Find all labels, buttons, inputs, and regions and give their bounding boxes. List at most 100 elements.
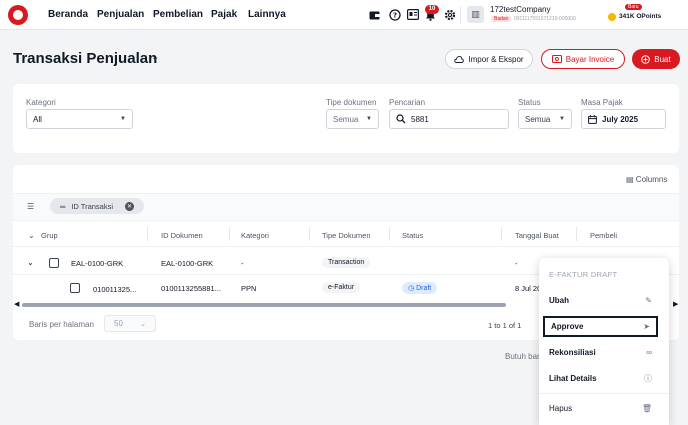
chevron-down-icon: ⌄ — [140, 320, 146, 328]
company-npwp: 0911117591571210-000000 — [514, 16, 576, 22]
tipe-dokumen-value: Semua — [333, 114, 359, 124]
rows-per-page-label: Baris per halaman — [29, 320, 94, 329]
building-icon[interactable]: ▥ — [467, 6, 484, 23]
header-id-dokumen[interactable]: ID Dokumen — [161, 231, 203, 240]
nav-penjualan[interactable]: Penjualan — [97, 9, 144, 20]
status-label: Status — [518, 98, 541, 107]
column-separator[interactable] — [147, 227, 148, 241]
list-indent-icon[interactable]: ☰ — [27, 202, 34, 211]
menu-item-label: Hapus — [549, 404, 573, 413]
scroll-right-icon[interactable]: ▶ — [673, 300, 678, 308]
column-separator[interactable] — [576, 227, 577, 241]
menu-divider — [539, 393, 669, 394]
group-chip-label: ID Transaksi — [71, 201, 114, 211]
header-kategori[interactable]: Kategori — [241, 231, 269, 240]
header-status[interactable]: Status — [402, 231, 423, 240]
menu-item-label: Approve — [551, 322, 584, 331]
gear-icon[interactable] — [443, 8, 456, 21]
scroll-left-icon[interactable]: ◀ — [14, 300, 19, 308]
row-checkbox[interactable] — [70, 283, 80, 293]
nav-beranda[interactable]: Beranda — [48, 9, 88, 20]
new-badge: Baru — [625, 4, 642, 10]
send-icon: ➤ — [643, 322, 650, 331]
draft-status-label: Draft — [416, 285, 432, 292]
group-grup-cell: EAL-0100-GRK — [71, 259, 124, 268]
detail-grup-cell: 010011325... — [93, 285, 137, 294]
caret-down-icon: ▼ — [120, 116, 126, 122]
pay-invoice-button[interactable]: Bayar Invoice — [541, 49, 625, 69]
company-type-badge: Badan — [491, 16, 512, 22]
import-export-label: Impor & Ekspor — [468, 54, 524, 64]
status-select[interactable]: Semua ▼ — [518, 109, 572, 129]
status-value: Semua — [525, 114, 551, 124]
detail-id-dokumen-cell[interactable]: 0100113255881... — [161, 284, 221, 293]
detail-tipe-badge: e-Faktur — [322, 282, 361, 293]
menu-item-ubah[interactable]: Ubah ✎ — [543, 290, 658, 311]
pencarian-label: Pencarian — [389, 98, 426, 107]
draft-status-badge: ◷ Draft — [402, 282, 438, 294]
caret-down-icon: ▼ — [366, 116, 372, 122]
group-id-dokumen-cell: EAL-0100-GRK — [161, 259, 214, 268]
group-tanggal-cell: - — [515, 259, 518, 268]
header-grup[interactable]: Grup — [41, 231, 58, 240]
column-separator[interactable] — [501, 227, 502, 241]
cloud-icon — [454, 55, 465, 63]
detail-kategori-cell: PPN — [241, 284, 257, 293]
columns-button[interactable]: ▤ Columns — [626, 175, 667, 184]
menu-item-hapus[interactable]: Hapus 🗑 — [543, 398, 658, 419]
create-label: Buat — [654, 54, 671, 64]
import-export-button[interactable]: Impor & Ekspor — [445, 49, 533, 69]
columns-label: Columns — [635, 175, 668, 184]
tipe-dokumen-select[interactable]: Semua ▼ — [326, 109, 379, 129]
app-logo[interactable] — [8, 5, 28, 25]
menu-item-approve[interactable]: Approve ➤ — [543, 316, 658, 337]
detail-tanggal-cell: 8 Jul 20 — [515, 284, 542, 293]
coin-icon — [608, 13, 616, 21]
collapse-chevron-icon[interactable]: ⌄ — [27, 258, 34, 267]
drag-handle-icon: ═ — [60, 201, 66, 211]
tipe-dokumen-label: Tipe dokumen — [326, 98, 377, 107]
money-icon — [551, 55, 562, 63]
masa-pajak-picker[interactable]: July 2025 — [581, 109, 666, 129]
tax-document-icon[interactable] — [406, 8, 419, 21]
rows-per-page-value: 50 — [114, 319, 123, 328]
header-tanggal-buat[interactable]: Tanggal Buat — [515, 231, 559, 240]
rows-per-page-select[interactable]: 50 ⌄ — [104, 315, 156, 332]
header-pembeli[interactable]: Pembeli — [590, 231, 617, 240]
expand-all-chevron-icon[interactable]: ⌄ — [28, 231, 35, 240]
info-icon: ⓘ — [644, 374, 652, 383]
company-name[interactable]: 172testCompany — [490, 5, 550, 14]
kategori-select[interactable]: All ▼ — [26, 109, 133, 129]
wallet-icon[interactable] — [368, 8, 381, 21]
close-icon[interactable]: ✕ — [125, 201, 134, 211]
row-checkbox[interactable] — [49, 258, 59, 268]
search-icon — [396, 114, 406, 124]
group-kategori-cell: - — [241, 259, 244, 268]
create-button[interactable]: Buat — [632, 49, 680, 69]
menu-item-rekonsiliasi[interactable]: Rekonsiliasi ∞ — [543, 342, 658, 363]
group-chip[interactable]: ═ ID Transaksi ✕ — [50, 198, 144, 214]
caret-down-icon: ▼ — [559, 116, 565, 122]
nav-pembelian[interactable]: Pembelian — [153, 9, 203, 20]
masa-pajak-label: Masa Pajak — [581, 98, 623, 107]
points-balance[interactable]: 341K OPoints — [619, 13, 661, 20]
menu-item-label: Lihat Details — [549, 374, 597, 383]
pencil-icon: ✎ — [645, 296, 652, 305]
group-tipe-badge: Transaction — [322, 257, 371, 268]
nav-lainnya[interactable]: Lainnya — [248, 9, 286, 20]
search-value: 5881 — [411, 114, 429, 124]
header-tipe-dokumen[interactable]: Tipe Dokumen — [322, 231, 371, 240]
column-separator[interactable] — [229, 227, 230, 241]
chevron-down-icon[interactable]: ⌄ — [151, 52, 159, 63]
menu-item-lihat-details[interactable]: Lihat Details ⓘ — [543, 368, 658, 389]
kategori-value: All — [33, 114, 42, 124]
column-separator[interactable] — [389, 227, 390, 241]
nav-pajak[interactable]: Pajak — [211, 9, 237, 20]
horizontal-scrollbar[interactable] — [22, 303, 506, 307]
notification-badge: 10 — [425, 5, 439, 14]
search-input[interactable]: 5881 — [389, 109, 509, 129]
help-hint-text[interactable]: Butuh ban — [505, 352, 541, 361]
column-separator[interactable] — [309, 227, 310, 241]
help-icon[interactable]: ? — [388, 8, 401, 21]
divider — [460, 6, 461, 24]
